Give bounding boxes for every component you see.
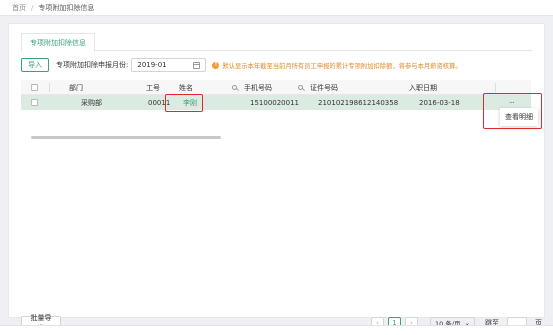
cell-name[interactable]: 李刚 <box>183 95 197 110</box>
view-detail-menu-item[interactable]: 查看明细 <box>505 112 533 122</box>
breadcrumb: 首页 / 专项附加扣除信息 <box>0 0 553 16</box>
header-emp-no: 工号 <box>146 83 160 92</box>
hint-message: ! 默认显示本年截至当前月所有员工申报的累计专项附加扣除额，将参与本月薪资核算。 <box>212 61 462 70</box>
month-value: 2019-01 <box>137 61 167 69</box>
row-checkbox-cell <box>31 95 38 110</box>
hint-text: 默认显示本年截至当前月所有员工申报的累计专项附加扣除额，将参与本月薪资核算。 <box>222 62 462 70</box>
cell-id-no: 210102198612140358 <box>318 98 399 107</box>
name-search-cell <box>232 80 237 95</box>
calendar-icon <box>193 61 201 69</box>
phone-search-icon[interactable] <box>298 85 303 90</box>
header-phone: 手机号码 <box>244 83 272 92</box>
row-action-popup: 查看明细 <box>500 108 538 126</box>
breadcrumb-separator: / <box>31 3 34 12</box>
select-all-cell <box>31 80 38 95</box>
import-button[interactable]: 导入 <box>21 58 49 72</box>
row-checkbox[interactable] <box>31 99 38 106</box>
name-search-icon[interactable] <box>232 85 237 90</box>
deduction-table: 部门 工号 姓名 手机号码 证件号码 入职日期 采购部 00011 李刚 151… <box>21 80 531 110</box>
bottom-strip <box>0 325 553 335</box>
horizontal-scrollbar[interactable] <box>31 136 221 139</box>
content-panel: 专项附加扣除信息 导入 专项附加扣除申报月份: 2019-01 ! 默认显示本年… <box>8 23 545 332</box>
toolbar: 导入 专项附加扣除申报月份: 2019-01 ! 默认显示本年截至当前月所有员工… <box>21 58 462 72</box>
cell-emp-no: 00011 <box>148 98 171 107</box>
column-divider <box>49 83 50 92</box>
phone-search-cell <box>298 80 303 95</box>
breadcrumb-current: 专项附加扣除信息 <box>38 3 95 12</box>
table-header: 部门 工号 姓名 手机号码 证件号码 入职日期 <box>21 80 531 95</box>
select-all-checkbox[interactable] <box>31 84 38 91</box>
cell-hire-date: 2016-03-18 <box>419 98 460 107</box>
table-row[interactable]: 采购部 00011 李刚 15100020011 210102198612140… <box>21 95 531 110</box>
header-id-no: 证件号码 <box>310 83 338 92</box>
cell-phone: 15100020011 <box>250 98 299 107</box>
breadcrumb-home[interactable]: 首页 <box>12 3 26 13</box>
header-name: 姓名 <box>179 83 193 92</box>
header-dept: 部门 <box>69 83 83 92</box>
tab-bar: 专项附加扣除信息 <box>21 33 532 52</box>
column-divider <box>495 83 496 92</box>
header-hire-date: 入职日期 <box>409 83 437 92</box>
month-picker[interactable]: 2019-01 <box>131 58 207 72</box>
cell-dept: 采购部 <box>81 98 102 107</box>
tab-special-deduction[interactable]: 专项附加扣除信息 <box>21 33 95 52</box>
warning-icon: ! <box>212 61 220 69</box>
month-label: 专项附加扣除申报月份: <box>56 61 129 69</box>
